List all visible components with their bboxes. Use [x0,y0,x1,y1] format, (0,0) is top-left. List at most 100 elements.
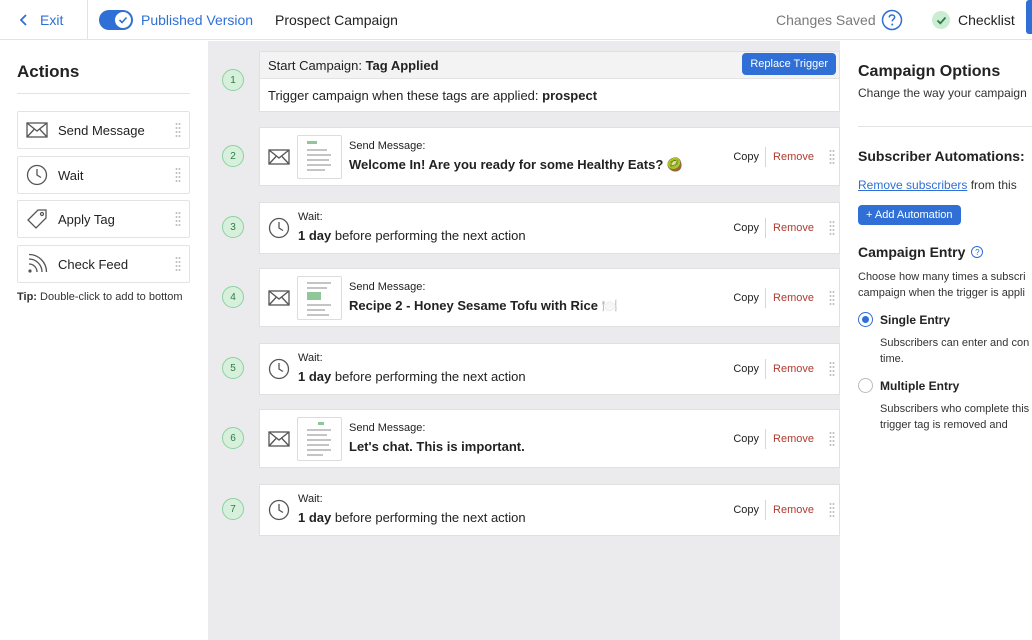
remove-button[interactable]: Remove [773,433,814,445]
save-status: Changes Saved [776,12,876,28]
copy-button[interactable]: Copy [733,292,759,304]
exit-label: Exit [40,12,64,28]
version-label: Published Version [141,12,254,28]
remove-button[interactable]: Remove [773,363,814,375]
replace-trigger-button[interactable]: Replace Trigger [742,53,836,75]
clock-icon [26,164,48,186]
options-subtitle: Change the way your campaign [858,86,1027,100]
step-number: 6 [222,427,244,449]
multiple-entry-option[interactable]: Multiple Entry [858,378,959,393]
radio-unselected[interactable] [858,378,873,393]
action-check-feed[interactable]: Check Feed [17,245,190,283]
add-automation-button[interactable]: + Add Automation [858,205,961,225]
copy-button[interactable]: Copy [733,222,759,234]
trigger-description: Trigger campaign when these tags are app… [268,87,598,103]
step-text: Send Message: Recipe 2 - Honey Sesame To… [349,281,618,313]
drag-handle-icon[interactable] [175,211,181,227]
single-entry-option[interactable]: Single Entry [858,312,950,327]
divider [765,218,766,238]
remove-button[interactable]: Remove [773,151,814,163]
action-send-message[interactable]: Send Message [17,111,190,149]
published-version-toggle[interactable]: Published Version [99,0,253,40]
divider [17,93,190,94]
copy-button[interactable]: Copy [733,363,759,375]
clock-icon [268,217,290,239]
divider [765,500,766,520]
divider [87,0,88,40]
divider [765,429,766,449]
campaign-options-panel: Campaign Options Change the way your cam… [840,41,1032,640]
campaign-name[interactable]: Prospect Campaign [275,0,398,40]
envelope-icon [268,148,290,165]
step-text: Wait: 1 day before performing the next a… [298,211,526,243]
step-text: Wait: 1 day before performing the next a… [298,493,526,525]
message-step-card[interactable]: Send Message: Recipe 2 - Honey Sesame To… [259,268,840,327]
divider [765,288,766,308]
action-apply-tag[interactable]: Apply Tag [17,200,190,238]
copy-button[interactable]: Copy [733,151,759,163]
step-number: 2 [222,145,244,167]
trigger-card[interactable]: Start Campaign: Tag Applied Replace Trig… [259,51,840,112]
remove-subscribers-link[interactable]: Remove subscribers [858,178,967,192]
step-number: 5 [222,357,244,379]
remove-button[interactable]: Remove [773,504,814,516]
envelope-icon [268,430,290,447]
email-thumbnail[interactable] [297,276,342,320]
drag-handle-icon[interactable] [175,167,181,183]
campaign-entry-title: Campaign Entry ? [858,244,984,260]
step-number: 4 [222,286,244,308]
wait-step-card[interactable]: Wait: 1 day before performing the next a… [259,343,840,395]
remove-button[interactable]: Remove [773,222,814,234]
copy-button[interactable]: Copy [733,433,759,445]
radio-selected[interactable] [858,312,873,327]
drag-handle-icon[interactable] [829,220,835,236]
action-label: Check Feed [58,256,129,272]
exit-button[interactable]: Exit [18,0,63,40]
email-thumbnail[interactable] [297,135,342,179]
chevron-left-icon [19,14,27,26]
top-bar: Exit Published Version Prospect Campaign… [0,0,1032,40]
wait-step-card[interactable]: Wait: 1 day before performing the next a… [259,484,840,536]
action-wait[interactable]: Wait [17,156,190,194]
email-thumbnail[interactable] [297,417,342,461]
clock-icon [268,499,290,521]
action-label: Apply Tag [58,211,115,227]
step-text: Send Message: Welcome In! Are you ready … [349,140,684,172]
wait-step-card[interactable]: Wait: 1 day before performing the next a… [259,202,840,254]
step-text: Wait: 1 day before performing the next a… [298,352,526,384]
drag-handle-icon[interactable] [829,290,835,306]
toggle-switch[interactable] [99,10,133,30]
multiple-entry-description: Subscribers who complete this the trigge… [880,403,1032,431]
message-step-card[interactable]: Send Message: Welcome In! Are you ready … [259,127,840,186]
divider [765,359,766,379]
tag-icon [26,208,48,230]
drag-handle-icon[interactable] [829,502,835,518]
copy-button[interactable]: Copy [733,504,759,516]
single-entry-description: Subscribers can enter and con time. [880,337,1030,365]
drag-handle-icon[interactable] [829,361,835,377]
divider [858,126,1032,127]
envelope-icon [268,289,290,306]
sidebar-title: Actions [17,62,80,81]
action-label: Wait [58,167,84,183]
drag-handle-icon[interactable] [829,431,835,447]
help-icon[interactable]: ? [971,246,984,258]
action-label: Send Message [58,122,145,138]
remove-button[interactable]: Remove [773,292,814,304]
publish-button-edge[interactable] [1026,0,1032,34]
checklist-label: Checklist [958,12,1015,28]
message-step-card[interactable]: Send Message: Let's chat. This is import… [259,409,840,468]
drag-handle-icon[interactable] [829,149,835,165]
help-icon[interactable] [881,9,903,31]
options-title: Campaign Options [858,63,1001,80]
step-number: 3 [222,216,244,238]
drag-handle-icon[interactable] [175,256,181,272]
trigger-header: Start Campaign: Tag Applied Replace Trig… [260,52,839,79]
remove-subscribers-line: Remove subscribers from this [858,178,1017,192]
clock-icon [268,358,290,380]
envelope-icon [26,119,48,141]
drag-handle-icon[interactable] [175,122,181,138]
checklist-button[interactable]: Checklist [932,0,1015,40]
step-text: Send Message: Let's chat. This is import… [349,422,525,454]
step-number: 1 [222,69,244,91]
